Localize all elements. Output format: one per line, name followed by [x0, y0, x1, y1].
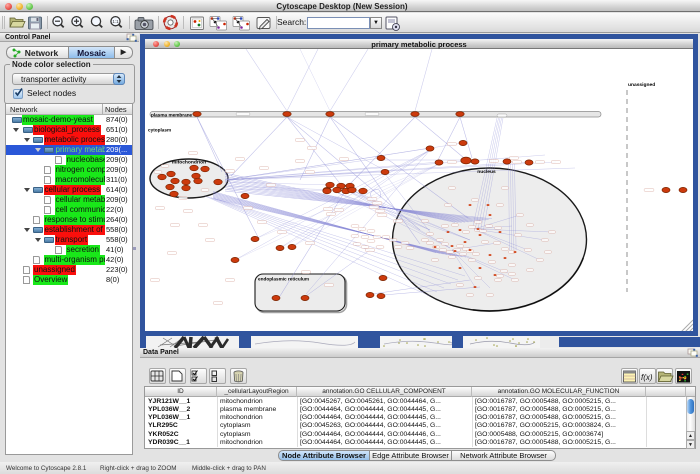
svg-text:mitochondrion: mitochondrion — [172, 160, 206, 166]
svg-text:endoplasmic reticulum: endoplasmic reticulum — [258, 277, 309, 282]
svg-text:nucleus: nucleus — [477, 169, 496, 175]
svg-text:unassigned: unassigned — [628, 82, 655, 88]
svg-text:1:1: 1:1 — [112, 19, 119, 24]
svg-text:cytoplasm: cytoplasm — [148, 128, 171, 133]
svg-text:f(x): f(x) — [641, 373, 653, 382]
svg-text:plasma membrane: plasma membrane — [151, 112, 193, 117]
